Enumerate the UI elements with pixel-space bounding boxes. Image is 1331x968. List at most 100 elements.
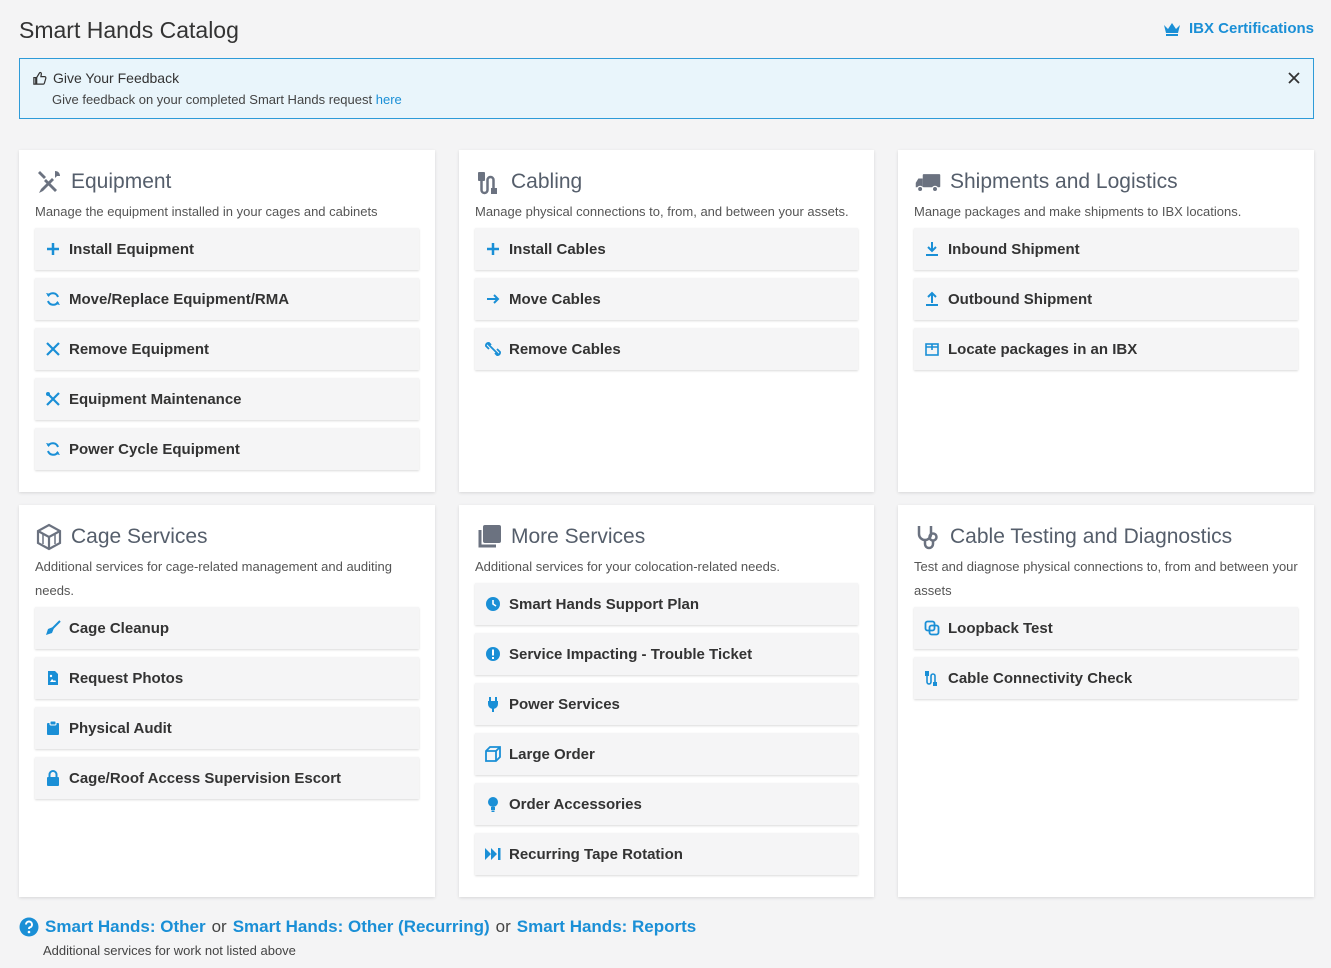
ibx-certifications-label: IBX Certifications (1188, 20, 1314, 37)
download-arrow-icon (926, 242, 938, 256)
feedback-link[interactable]: here (376, 92, 402, 107)
cage-services-desc: Additional services for cage-related man… (35, 559, 392, 598)
package-icon (925, 343, 939, 356)
power-services-button[interactable]: Power Services (475, 683, 858, 725)
item-label: Cage/Roof Access Supervision Escort (69, 769, 342, 787)
remove-cables-button[interactable]: Remove Cables (475, 328, 858, 370)
truck-icon (915, 174, 941, 193)
move-replace-equipment-button[interactable]: Move/Replace Equipment/RMA (35, 278, 419, 320)
feedback-title: Give Your Feedback (53, 70, 180, 86)
item-label: Power Services (509, 695, 620, 713)
item-label: Power Cycle Equipment (69, 440, 240, 458)
tools-icon (46, 342, 60, 356)
item-label: Inbound Shipment (948, 240, 1080, 258)
crown-icon (1163, 22, 1180, 36)
ibx-certifications-link[interactable]: IBX Certifications (1163, 20, 1314, 37)
close-icon[interactable] (1287, 71, 1301, 85)
cable-connectivity-check-button[interactable]: Cable Connectivity Check (914, 657, 1298, 699)
wrench-screwdriver-icon (46, 392, 60, 406)
item-label: Smart Hands Support Plan (509, 595, 700, 613)
cabling-title: Cabling (511, 170, 583, 193)
footer-desc: Additional services for work not listed … (43, 943, 296, 958)
trouble-ticket-button[interactable]: Service Impacting - Trouble Ticket (475, 633, 858, 675)
move-cables-button[interactable]: Move Cables (475, 278, 858, 320)
smart-hands-recurring-link[interactable]: Smart Hands: Other (Recurring) (233, 917, 490, 937)
clipboard-icon (47, 720, 59, 735)
image-file-icon (48, 671, 58, 685)
item-label: Move/Replace Equipment/RMA (69, 290, 290, 308)
support-plan-button[interactable]: Smart Hands Support Plan (475, 583, 858, 625)
cable-plug-icon (925, 671, 937, 686)
item-label: Physical Audit (69, 719, 172, 737)
plus-icon (47, 243, 59, 255)
cage-services-card: Cage Services Additional services for ca… (19, 505, 435, 897)
install-equipment-button[interactable]: Install Equipment (35, 228, 419, 270)
cabling-card: Cabling Manage physical connections to, … (459, 150, 874, 492)
loop-squares-icon (924, 620, 940, 636)
item-label: Loopback Test (948, 619, 1053, 637)
upload-arrow-icon (926, 291, 938, 306)
lock-icon (47, 770, 59, 786)
refresh-icon (46, 292, 60, 306)
power-cycle-equipment-button[interactable]: Power Cycle Equipment (35, 428, 419, 470)
feedback-banner: Give Your Feedback Give feedback on your… (19, 58, 1314, 119)
item-label: Outbound Shipment (948, 290, 1093, 308)
more-services-desc: Additional services for your colocation-… (475, 559, 780, 574)
remove-equipment-button[interactable]: Remove Equipment (35, 328, 419, 370)
cable-testing-card: Cable Testing and Diagnostics Test and d… (898, 505, 1314, 897)
request-photos-button[interactable]: Request Photos (35, 657, 419, 699)
equipment-title: Equipment (71, 170, 172, 193)
cube-icon (36, 523, 62, 551)
help-circle-icon (19, 917, 39, 937)
item-label: Equipment Maintenance (69, 390, 242, 408)
physical-audit-button[interactable]: Physical Audit (35, 707, 419, 749)
item-label: Cable Connectivity Check (948, 669, 1133, 687)
cable-testing-title: Cable Testing and Diagnostics (950, 525, 1233, 548)
unlink-icon (485, 342, 501, 356)
item-label: Locate packages in an IBX (948, 340, 1138, 358)
item-label: Remove Equipment (69, 340, 210, 358)
or-text: or (211, 917, 227, 936)
refresh-icon (46, 442, 60, 456)
shipments-title: Shipments and Logistics (950, 170, 1178, 193)
fast-forward-icon (485, 848, 501, 860)
tools-icon (38, 171, 60, 193)
large-order-button[interactable]: Large Order (475, 733, 858, 775)
broom-icon (46, 620, 61, 635)
box-icon (485, 746, 501, 762)
cage-roof-access-button[interactable]: Cage/Roof Access Supervision Escort (35, 757, 419, 799)
item-label: Large Order (509, 745, 595, 763)
equipment-maintenance-button[interactable]: Equipment Maintenance (35, 378, 419, 420)
alert-circle-icon (486, 647, 500, 661)
cage-cleanup-button[interactable]: Cage Cleanup (35, 607, 419, 649)
or-text: or (495, 917, 511, 936)
smart-hands-reports-link[interactable]: Smart Hands: Reports (517, 917, 696, 937)
stethoscope-icon (917, 526, 938, 550)
arrow-right-icon (487, 294, 500, 304)
shipments-desc: Manage packages and make shipments to IB… (914, 204, 1242, 219)
order-accessories-button[interactable]: Order Accessories (475, 783, 858, 825)
item-label: Remove Cables (509, 340, 621, 358)
equipment-card: Equipment Manage the equipment installed… (19, 150, 435, 492)
more-services-title: More Services (511, 525, 646, 548)
shipments-card: Shipments and Logistics Manage packages … (898, 150, 1314, 492)
item-label: Cage Cleanup (69, 619, 170, 637)
outbound-shipment-button[interactable]: Outbound Shipment (914, 278, 1298, 320)
footer: Smart Hands: Other or Smart Hands: Other… (19, 917, 696, 958)
item-label: Request Photos (69, 669, 184, 687)
recurring-tape-rotation-button[interactable]: Recurring Tape Rotation (475, 833, 858, 875)
item-label: Service Impacting - Trouble Ticket (509, 645, 753, 663)
item-label: Move Cables (509, 290, 601, 308)
cage-services-title: Cage Services (71, 525, 208, 548)
loopback-test-button[interactable]: Loopback Test (914, 607, 1298, 649)
thumbs-up-icon (33, 71, 47, 85)
clock-icon (486, 597, 500, 611)
inbound-shipment-button[interactable]: Inbound Shipment (914, 228, 1298, 270)
item-label: Order Accessories (509, 795, 642, 813)
plug-icon (488, 697, 498, 712)
smart-hands-other-link[interactable]: Smart Hands: Other (45, 917, 206, 937)
install-cables-button[interactable]: Install Cables (475, 228, 858, 270)
cable-testing-desc: Test and diagnose physical connections t… (914, 559, 1298, 598)
locate-packages-button[interactable]: Locate packages in an IBX (914, 328, 1298, 370)
cable-plug-icon (478, 172, 497, 195)
